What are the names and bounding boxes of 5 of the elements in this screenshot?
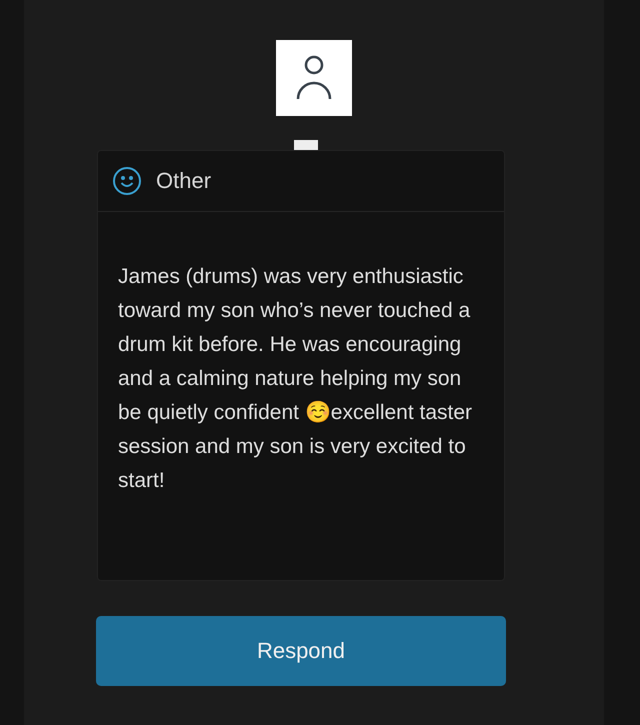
respond-button[interactable]: Respond (96, 616, 506, 686)
review-category: Other (156, 168, 212, 194)
review-text: James (drums) was very enthusiastic toward my son who’s never touched a drum kit before. He was encouraging and a calming nature helping my son be quietly confident ☺excellent taster session and my son is very excited to start! (118, 264, 474, 494)
person-icon (296, 55, 332, 101)
smiley-icon (112, 166, 142, 196)
